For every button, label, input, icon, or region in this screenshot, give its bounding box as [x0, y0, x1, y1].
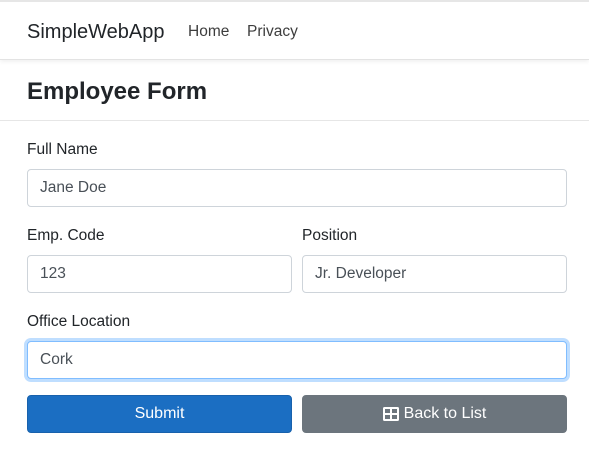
nav-link-home[interactable]: Home — [188, 23, 229, 41]
full-name-input[interactable] — [27, 169, 567, 207]
table-icon — [382, 407, 399, 421]
emp-code-input[interactable] — [27, 255, 292, 293]
back-to-list-button[interactable]: Back to List — [302, 395, 567, 433]
submit-button-label: Submit — [134, 405, 185, 422]
emp-code-label: Emp. Code — [27, 227, 105, 244]
office-location-input[interactable] — [27, 341, 567, 379]
page-title: Employee Form — [27, 78, 208, 105]
submit-button[interactable]: Submit — [27, 395, 292, 433]
brand-link[interactable]: SimpleWebApp — [27, 21, 164, 44]
position-label: Position — [302, 227, 358, 244]
office-location-label: Office Location — [27, 313, 131, 330]
position-input[interactable] — [302, 255, 567, 293]
full-name-label: Full Name — [27, 141, 98, 158]
top-navbar: SimpleWebApp Home Privacy — [0, 0, 589, 60]
back-to-list-label: Back to List — [403, 405, 487, 422]
title-divider — [0, 120, 589, 121]
nav-link-privacy[interactable]: Privacy — [247, 23, 298, 41]
